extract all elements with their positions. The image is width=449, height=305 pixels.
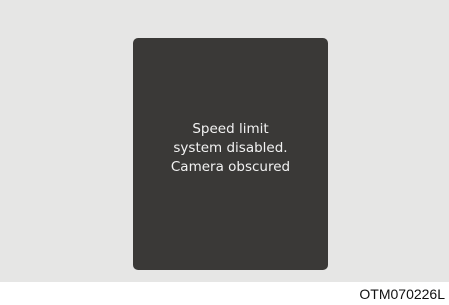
message-line-2: system disabled. bbox=[173, 139, 288, 156]
message-line-1: Speed limit bbox=[192, 120, 269, 137]
message-line-3: Camera obscured bbox=[170, 158, 291, 175]
figure-panel: Speed limit system disabled. Camera obsc… bbox=[0, 0, 449, 282]
warning-message: Speed limit system disabled. Camera obsc… bbox=[171, 120, 290, 177]
cluster-display-screen: Speed limit system disabled. Camera obsc… bbox=[133, 38, 328, 270]
figure-code: OTM070226L bbox=[359, 286, 445, 302]
